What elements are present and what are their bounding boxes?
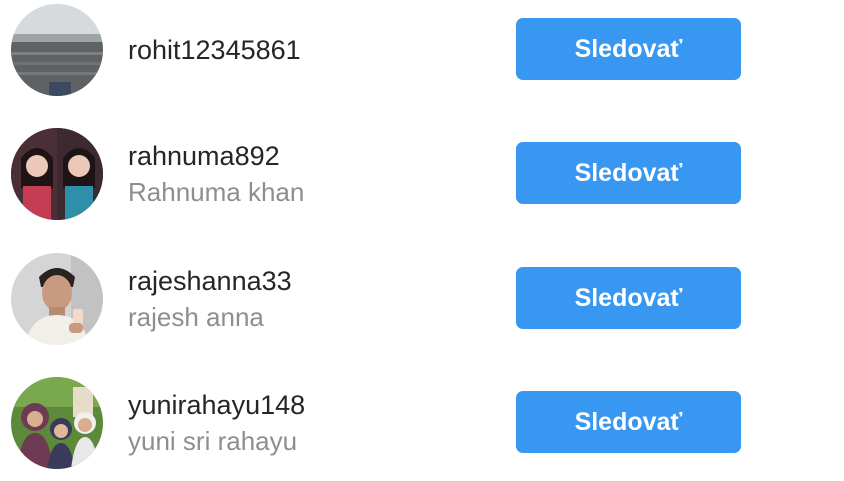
suggestion-list: rohit12345861 Sledovať rahnuma892 Rahnum… bbox=[0, 0, 844, 481]
user-names: rajeshanna33 rajesh anna bbox=[128, 249, 292, 349]
username[interactable]: rahnuma892 bbox=[128, 138, 304, 174]
username[interactable]: yunirahayu148 bbox=[128, 387, 305, 423]
full-name: yuni sri rahayu bbox=[128, 426, 298, 456]
user-names: yunirahayu148 yuni sri rahayu bbox=[128, 373, 305, 473]
avatar[interactable] bbox=[11, 253, 103, 345]
follow-button[interactable]: Sledovať bbox=[516, 267, 741, 329]
avatar-image bbox=[11, 377, 103, 469]
avatar[interactable] bbox=[11, 4, 103, 96]
user-names: rohit12345861 bbox=[128, 0, 301, 100]
avatar-image bbox=[11, 128, 103, 220]
list-item: rohit12345861 Sledovať bbox=[0, 0, 844, 100]
username[interactable]: rajeshanna33 bbox=[128, 263, 292, 299]
list-item: rajeshanna33 rajesh anna Sledovať bbox=[0, 249, 844, 349]
list-item: rahnuma892 Rahnuma khan Sledovať bbox=[0, 124, 844, 224]
avatar[interactable] bbox=[11, 128, 103, 220]
avatar[interactable] bbox=[11, 377, 103, 469]
full-name: rajesh anna bbox=[128, 302, 264, 332]
user-names: rahnuma892 Rahnuma khan bbox=[128, 124, 304, 224]
avatar-image bbox=[11, 4, 103, 96]
follow-button[interactable]: Sledovať bbox=[516, 391, 741, 453]
list-item: yunirahayu148 yuni sri rahayu Sledovať bbox=[0, 373, 844, 473]
avatar-image bbox=[11, 253, 103, 345]
username[interactable]: rohit12345861 bbox=[128, 32, 301, 68]
full-name: Rahnuma khan bbox=[128, 177, 305, 207]
follow-button[interactable]: Sledovať bbox=[516, 142, 741, 204]
follow-button[interactable]: Sledovať bbox=[516, 18, 741, 80]
